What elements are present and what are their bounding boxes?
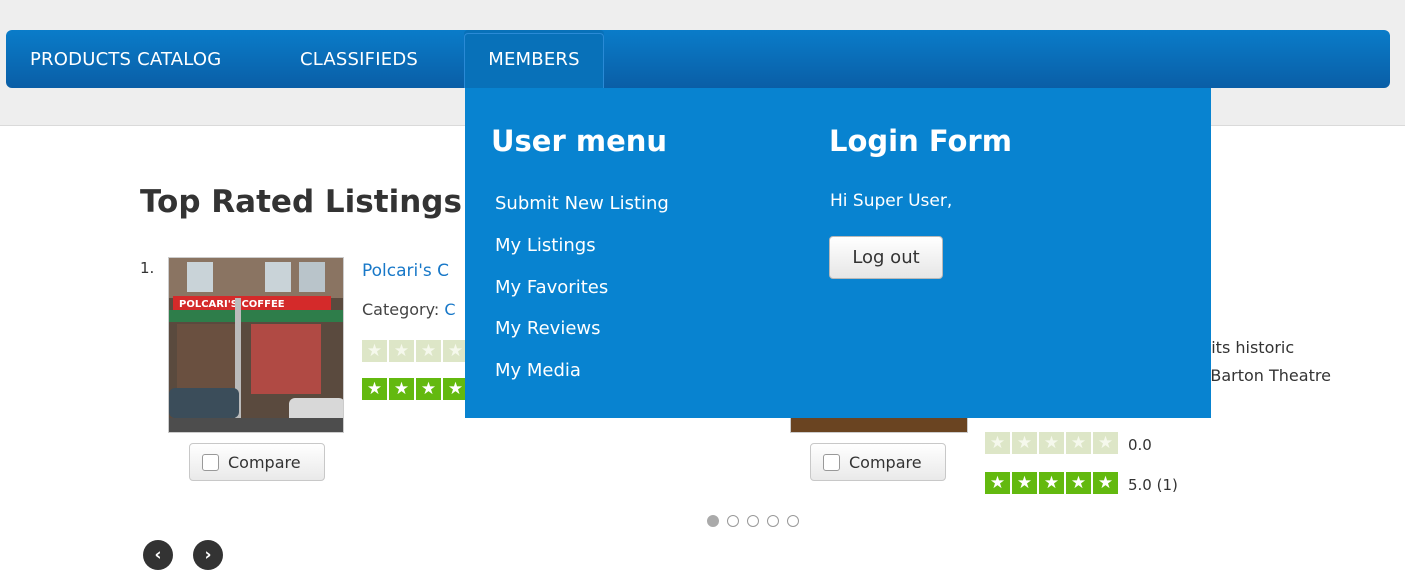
user-rating-value: 0.0	[1128, 436, 1152, 454]
editor-rating-stars: ★ ★ ★ ★ ★	[985, 472, 1118, 494]
user-menu-heading: User menu	[491, 124, 668, 158]
star-icon: ★	[416, 378, 441, 400]
listing-description-line: k Barton Theatre	[1196, 366, 1331, 385]
star-icon: ★	[1012, 432, 1037, 454]
carousel-dot[interactable]	[747, 515, 759, 527]
star-icon: ★	[416, 340, 441, 362]
members-dropdown: User menu Submit New Listing My Listings…	[465, 88, 1211, 418]
user-rating-stars: ★ ★ ★ ★	[362, 340, 468, 362]
star-icon: ★	[985, 472, 1010, 494]
compare-button[interactable]: Compare	[810, 443, 946, 481]
menu-item-submit-new-listing[interactable]: Submit New Listing	[495, 193, 669, 214]
svg-text:POLCARI'S COFFEE: POLCARI'S COFFEE	[179, 299, 285, 310]
nav-classifieds[interactable]: CLASSIFIEDS	[300, 30, 418, 88]
main-navbar: PRODUCTS CATALOG CLASSIFIEDS MEMBERS	[6, 30, 1390, 88]
category-label: Category:	[362, 300, 445, 319]
listing-title-link[interactable]: Polcari's C	[362, 261, 449, 281]
menu-item-my-media[interactable]: My Media	[495, 360, 581, 381]
carousel-dot[interactable]	[727, 515, 739, 527]
star-icon: ★	[1093, 472, 1118, 494]
carousel-pagination	[707, 515, 799, 527]
carousel-dot[interactable]	[767, 515, 779, 527]
carousel-dot[interactable]	[787, 515, 799, 527]
menu-item-my-favorites[interactable]: My Favorites	[495, 277, 608, 298]
star-icon: ★	[1039, 432, 1064, 454]
star-icon: ★	[389, 340, 414, 362]
editor-rating-stars: ★ ★ ★ ★	[362, 378, 468, 400]
category-link[interactable]: C	[444, 300, 455, 319]
star-icon: ★	[1093, 432, 1118, 454]
login-form-heading: Login Form	[829, 124, 1012, 158]
editor-rating-value: 5.0 (1)	[1128, 476, 1178, 494]
listing-rank: 1.	[140, 259, 155, 277]
listing-thumbnail[interactable]: POLCARI'S COFFEE	[168, 257, 344, 433]
nav-members[interactable]: MEMBERS	[464, 30, 604, 88]
star-icon: ★	[389, 378, 414, 400]
compare-checkbox[interactable]	[202, 453, 219, 471]
star-icon: ★	[362, 378, 387, 400]
compare-label: Compare	[849, 452, 922, 472]
star-icon: ★	[362, 340, 387, 362]
listing-category: Category: C	[362, 300, 456, 319]
logout-button[interactable]: Log out	[829, 236, 943, 279]
user-greeting: Hi Super User,	[830, 191, 953, 211]
compare-checkbox[interactable]	[823, 453, 840, 471]
compare-button[interactable]: Compare	[189, 443, 325, 481]
menu-item-my-reviews[interactable]: My Reviews	[495, 318, 601, 339]
star-icon: ★	[1039, 472, 1064, 494]
user-rating-stars: ★ ★ ★ ★ ★	[985, 432, 1118, 454]
compare-label: Compare	[228, 452, 301, 472]
chevron-right-icon[interactable]: ›	[193, 540, 223, 570]
nav-products-catalog[interactable]: PRODUCTS CATALOG	[30, 30, 221, 88]
star-icon: ★	[1066, 432, 1091, 454]
carousel-dot[interactable]	[707, 515, 719, 527]
star-icon: ★	[1066, 472, 1091, 494]
chevron-left-icon[interactable]: ‹	[143, 540, 173, 570]
star-icon: ★	[1012, 472, 1037, 494]
section-title: Top Rated Listings	[140, 184, 462, 220]
star-icon: ★	[985, 432, 1010, 454]
menu-item-my-listings[interactable]: My Listings	[495, 235, 596, 256]
storefront-image: POLCARI'S COFFEE	[169, 258, 343, 432]
